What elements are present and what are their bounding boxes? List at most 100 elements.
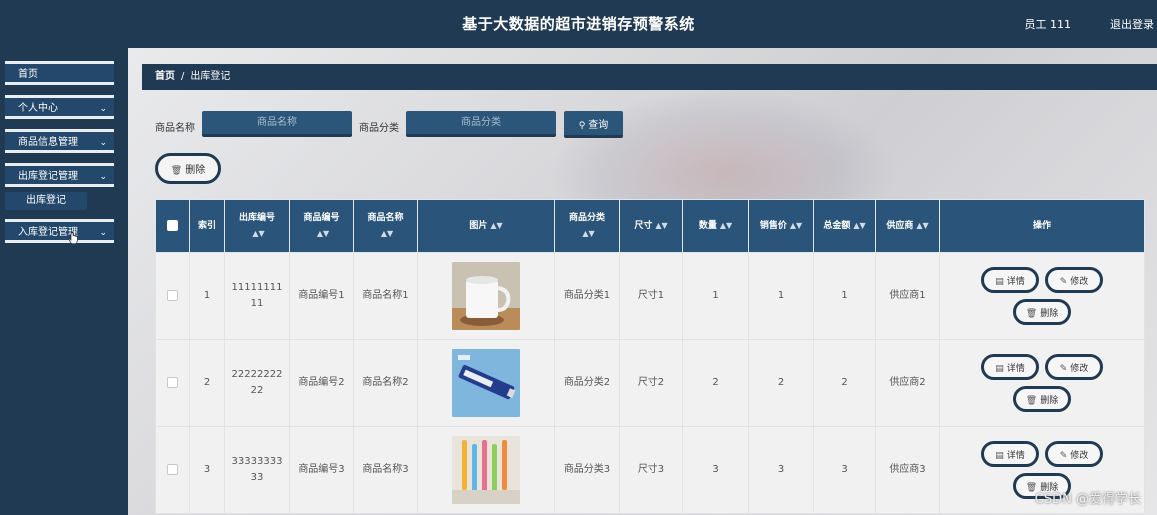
column-header[interactable]: 供应商 ▲▼ (875, 199, 940, 253)
sidebar-item-label: 首页 (18, 69, 38, 80)
cell-goods-name: 商品名称2 (353, 339, 418, 427)
table-row: 1 1111111111 商品编号1 商品名称1 商品分类1 尺寸1 1 1 1… (155, 252, 1145, 340)
cell-goods-no: 商品编号2 (289, 339, 354, 427)
detail-button[interactable]: ▤ 详情 (981, 267, 1039, 293)
column-header[interactable]: 商品名称 ▲▼ (353, 199, 418, 253)
app-title: 基于大数据的超市进销存预警系统 (462, 15, 695, 33)
cell-qty: 2 (682, 339, 749, 427)
sort-icon[interactable]: ▲▼ (853, 221, 865, 230)
sidebar-item-outbound-management[interactable]: 出库登记管理 ⌄ (5, 163, 114, 187)
row-checkbox[interactable] (167, 463, 178, 475)
goods-category-input[interactable] (406, 111, 556, 137)
chevron-down-icon: ⌄ (99, 104, 107, 114)
sidebar-subitem-outbound-register[interactable]: 出库登记 (5, 192, 87, 210)
column-header[interactable]: 商品编号 ▲▼ (289, 199, 354, 253)
select-all-cell[interactable] (155, 199, 190, 253)
cell-supplier: 供应商1 (875, 252, 940, 340)
sidebar-item-label: 个人中心 (18, 103, 58, 114)
edit-button[interactable]: ✎ 修改 (1045, 354, 1103, 380)
sidebar-item-home[interactable]: 首页 (5, 61, 114, 85)
sidebar-item-personal-center[interactable]: 个人中心 ⌄ (5, 95, 114, 119)
delete-button[interactable]: 🗑 删除 (1013, 386, 1071, 412)
sort-icon[interactable]: ▲▼ (252, 229, 264, 238)
cell-image (417, 339, 555, 427)
goods-category-label: 商品分类 (359, 123, 399, 134)
column-header: 索引 (189, 199, 225, 253)
row-checkbox[interactable] (167, 376, 178, 388)
cell-image (417, 426, 555, 514)
cell-category: 商品分类3 (554, 426, 620, 514)
column-header[interactable]: 尺寸 ▲▼ (619, 199, 683, 253)
document-icon: ▤ (995, 450, 1004, 461)
cell-index: 3 (189, 426, 225, 514)
table-row: 3 3333333333 商品编号3 商品名称3 商品分类3 尺寸3 3 3 3… (155, 426, 1145, 514)
edit-button[interactable]: ✎ 修改 (1045, 441, 1103, 467)
sort-icon[interactable]: ▲▼ (790, 221, 802, 230)
cell-goods-name: 商品名称1 (353, 252, 418, 340)
column-header[interactable]: 图片 ▲▼ (417, 199, 555, 253)
trash-icon: 🗑 (1025, 395, 1038, 406)
pencil-icon: ✎ (1059, 276, 1068, 287)
csdn-watermark: CSDN @爱得学长 (1034, 492, 1141, 507)
breadcrumb-separator: / (181, 71, 185, 82)
detail-button[interactable]: ▤ 详情 (981, 354, 1039, 380)
table-header-row: 索引 出库编号 ▲▼ 商品编号 ▲▼ 商品名称 ▲▼ 图片 ▲▼ 商品分类 ▲▼ 尺寸 ▲▼… (155, 199, 1145, 253)
pencil-icon: ✎ (1059, 363, 1068, 374)
sort-icon[interactable]: ▲▼ (720, 221, 732, 230)
product-image-toothbrushes[interactable] (452, 436, 520, 504)
edit-button[interactable]: ✎ 修改 (1045, 267, 1103, 293)
chevron-down-icon: ⌄ (99, 138, 107, 148)
cell-out-no: 2222222222 (224, 339, 290, 427)
pencil-icon: ✎ (1059, 450, 1068, 461)
sort-icon[interactable]: ▲▼ (655, 221, 667, 230)
sidebar-item-inbound-management[interactable]: 入库登记管理 ⌄ (5, 219, 114, 243)
cell-out-no: 1111111111 (224, 252, 290, 340)
trash-icon: 🗑 (1025, 308, 1038, 319)
top-header: 基于大数据的超市进销存预警系统 员工 111 退出登录 (0, 0, 1157, 48)
cell-actions: ▤ 详情 ✎ 修改 🗑 删除 (939, 339, 1145, 427)
cell-size: 尺寸1 (619, 252, 683, 340)
cell-image (417, 252, 555, 340)
sort-icon[interactable]: ▲▼ (490, 221, 502, 230)
delete-label: 删除 (185, 165, 206, 176)
column-header[interactable]: 出库编号 ▲▼ (224, 199, 290, 253)
product-image-mug[interactable] (452, 262, 520, 330)
sidebar-item-goods-management[interactable]: 商品信息管理 ⌄ (5, 129, 114, 153)
batch-delete-button[interactable]: 🗑 删除 (155, 153, 221, 184)
column-header[interactable]: 商品分类 ▲▼ (554, 199, 620, 253)
document-icon: ▤ (995, 363, 1004, 374)
row-checkbox[interactable] (167, 289, 178, 301)
product-image-toothpaste[interactable] (452, 349, 520, 417)
cell-index: 1 (189, 252, 225, 340)
cell-goods-no: 商品编号3 (289, 426, 354, 514)
delete-button[interactable]: 🗑 删除 (1013, 299, 1071, 325)
column-header[interactable]: 数量 ▲▼ (682, 199, 749, 253)
current-user: 员工 111 (1024, 18, 1072, 31)
trash-icon: 🗑 (170, 166, 183, 176)
sidebar-item-label: 出库登记管理 (18, 171, 78, 182)
breadcrumb: 首页 / 出库登记 (142, 64, 1157, 90)
chevron-down-icon: ⌄ (99, 228, 107, 238)
sort-icon[interactable]: ▲▼ (381, 229, 393, 238)
cell-price: 1 (748, 252, 814, 340)
table-row: 2 2222222222 商品编号2 商品名称2 商品分类2 尺寸2 2 2 2… (155, 339, 1145, 427)
breadcrumb-home[interactable]: 首页 (155, 71, 175, 82)
sort-icon[interactable]: ▲▼ (317, 229, 329, 238)
breadcrumb-current: 出库登记 (190, 71, 231, 82)
column-header[interactable]: 总金额 ▲▼ (813, 199, 876, 253)
select-all-checkbox[interactable] (167, 220, 178, 231)
document-icon: ▤ (995, 276, 1004, 287)
sort-icon[interactable]: ▲▼ (916, 221, 928, 230)
cell-goods-name: 商品名称3 (353, 426, 418, 514)
cell-category: 商品分类2 (554, 339, 620, 427)
logout-link[interactable]: 退出登录 (1110, 16, 1154, 32)
goods-name-input[interactable] (202, 111, 352, 137)
query-button[interactable]: ⚲ 查询 (564, 111, 623, 138)
cell-total: 2 (813, 339, 876, 427)
detail-button[interactable]: ▤ 详情 (981, 441, 1039, 467)
query-label: 查询 (588, 119, 609, 131)
sort-icon[interactable]: ▲▼ (582, 229, 594, 238)
cell-price: 3 (748, 426, 814, 514)
column-header[interactable]: 销售价 ▲▼ (748, 199, 814, 253)
cell-supplier: 供应商3 (875, 426, 940, 514)
